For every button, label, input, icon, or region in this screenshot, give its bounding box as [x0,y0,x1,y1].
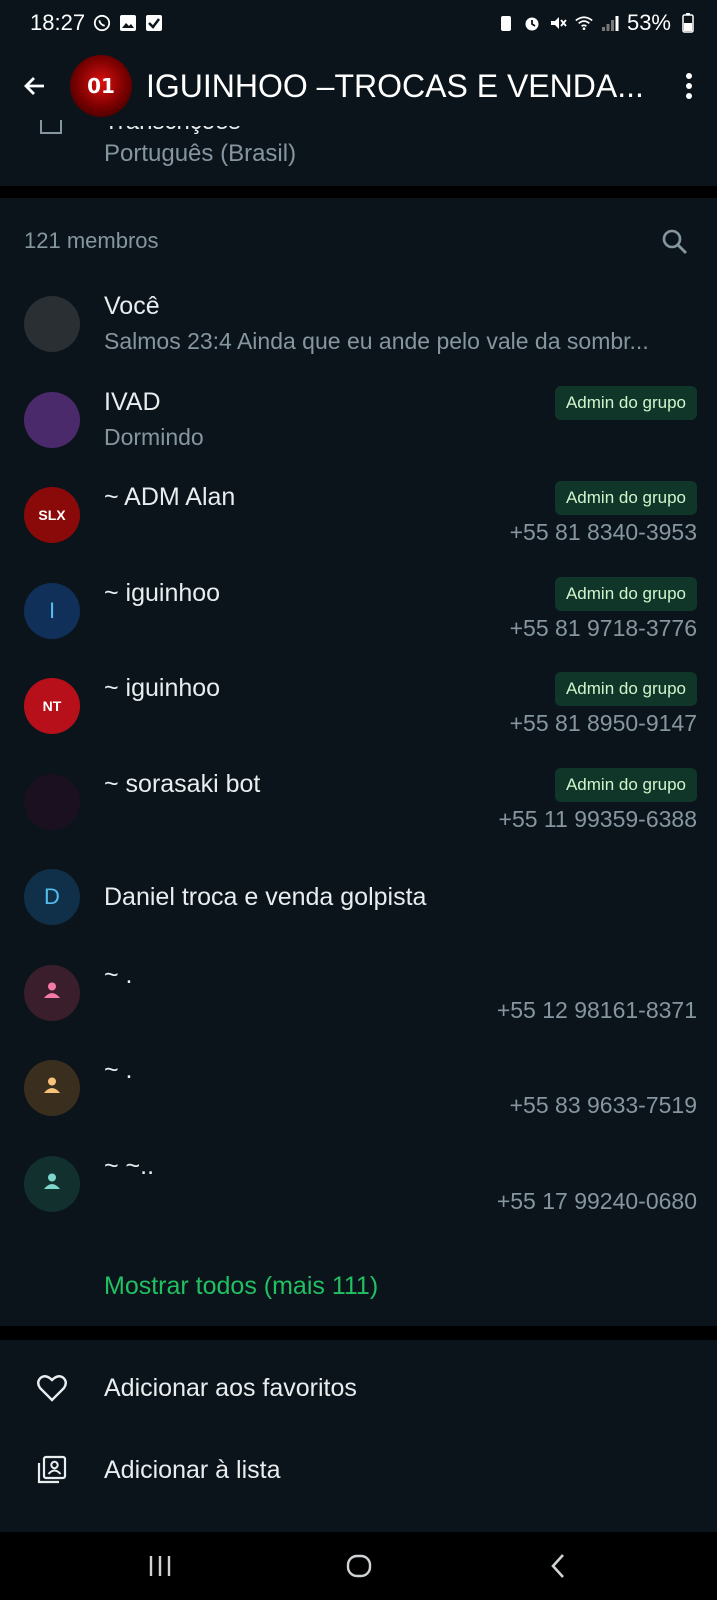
battery-saver-icon [497,14,515,32]
group-avatar[interactable]: 01 [70,55,132,117]
gallery-icon [119,14,137,32]
member-row[interactable]: ~ sorasaki bot +55 11 99359-6388 Admin do … [0,756,717,852]
system-nav-bar [0,1532,717,1600]
member-name: Você [104,292,160,320]
member-name: Daniel troca e venda golpista [104,883,427,911]
member-row[interactable]: D Daniel troca e venda golpista [0,851,717,947]
member-phone: +55 17 99240-0680 [496,1187,697,1214]
member-status: Salmos 23:4 Ainda que eu ande pelo vale … [104,328,649,354]
heart-icon [36,1372,68,1404]
member-name: ~ ADM Alan [104,483,236,511]
member-row[interactable]: I ~ iguinhoo +55 81 9718-3776 Admin do grup… [0,565,717,661]
member-name: IVAD [104,387,161,416]
more-options-button[interactable] [671,46,707,126]
recent-apps-button[interactable] [130,1536,190,1596]
battery-icon [679,13,697,33]
avatar-letter: D [44,884,60,909]
member-avatar [24,1060,80,1116]
member-name: ~ sorasaki bot [104,769,261,798]
chevron-left-icon [550,1554,564,1578]
avatar-letter: SLX [38,507,66,523]
status-time: 18:27 [30,10,86,35]
members-section: 121 membros Você Salmos 23:4 Ainda que eu… [0,200,717,1326]
app-bar: 01 IGUINHOO ‒TROCAS E VENDA... [0,46,717,126]
wifi-icon [575,14,593,32]
member-row[interactable]: ~ . +55 12 98161-8371 [0,947,717,1043]
admin-badge: Admin do grupo [554,385,697,420]
document-icon [40,120,62,134]
signal-icon [601,14,619,32]
member-row[interactable]: ~ ~.. +55 17 99240-0680 [0,1138,717,1234]
member-phone: +55 11 99359-6388 [498,805,697,832]
member-row[interactable]: IVAD Dormindo Admin do grupo [0,374,717,470]
contact-list-icon [36,1454,68,1486]
section-divider [0,186,717,198]
transcription-language-value: Português (Brasil) [104,140,297,167]
battery-percent: 53% [626,10,671,35]
admin-badge: Admin do grupo [554,767,697,802]
mute-icon [549,14,567,32]
members-count: 121 membros [24,228,159,253]
member-avatar [24,964,80,1021]
member-phone: +55 12 98161-8371 [496,996,697,1023]
admin-badge: Admin do grupo [554,576,697,611]
member-row[interactable]: NT ~ iguinhoo +55 81 8950-9147 Admin do gru… [0,660,717,756]
member-avatar [24,296,80,352]
member-avatar: NT [24,678,80,734]
member-phone: +55 81 9718-3776 [509,614,697,641]
default-person-icon [42,980,62,1006]
status-bar: 18:27 53% [0,0,717,46]
default-person-icon [42,1171,62,1197]
home-button[interactable] [329,1536,389,1596]
member-row[interactable]: Você Salmos 23:4 Ainda que eu ande pelo v… [0,278,717,374]
alarm-icon [523,14,541,32]
default-person-icon [42,1075,62,1101]
add-to-favorites-button[interactable]: Adicionar aos favoritos [0,1348,717,1428]
member-avatar: I [24,582,80,639]
member-phone: +55 83 9633-7519 [509,1092,697,1118]
member-name: ~ . [104,1056,133,1084]
member-row[interactable]: ~ . +55 83 9633-7519 [0,1042,717,1138]
home-icon [346,1554,371,1578]
member-avatar: D [24,869,80,925]
actions-section: Adicionar aos favoritos Adicionar à list… [0,1340,717,1530]
member-name: ~ . [104,960,133,989]
member-avatar: SLX [24,487,80,543]
member-phone: +55 81 8950-9147 [509,710,697,736]
member-name: ~ iguinhoo [104,578,221,607]
back-button[interactable] [0,46,70,126]
more-vert-icon [686,73,692,99]
add-to-list-label: Adicionar à lista [104,1455,281,1484]
section-divider [0,1326,717,1340]
group-title[interactable]: IGUINHOO ‒TROCAS E VENDA... [146,68,646,105]
add-to-list-button[interactable]: Adicionar à lista [0,1430,717,1510]
member-name: ~ iguinhoo [104,674,221,702]
member-phone: +55 81 8340-3953 [509,519,697,545]
add-to-favorites-label: Adicionar aos favoritos [104,1373,357,1402]
search-members-button[interactable] [657,224,693,260]
avatar-letter: I [48,597,56,623]
system-back-button[interactable] [528,1536,588,1596]
group-avatar-text: 01 [87,74,115,98]
admin-badge: Admin do grupo [554,672,697,706]
member-avatar [24,391,80,448]
member-status: Dormindo [104,423,204,450]
member-name: ~ ~.. [104,1151,155,1180]
transcription-language-item[interactable]: Transcrições Português (Brasil) [0,120,717,186]
recents-icon [149,1556,170,1576]
admin-badge: Admin do grupo [554,481,697,515]
member-avatar [24,773,80,830]
show-all-members-link[interactable]: Mostrar todos (mais 111) [104,1272,378,1301]
search-icon [662,229,687,254]
avatar-letter: NT [42,698,62,714]
member-row[interactable]: SLX ~ ADM Alan +55 81 8340-3953 Admin do gr… [0,469,717,565]
arrow-left-icon [24,77,44,95]
check-notification-icon [145,14,163,32]
member-avatar [24,1155,80,1212]
whatsapp-icon [93,14,111,32]
